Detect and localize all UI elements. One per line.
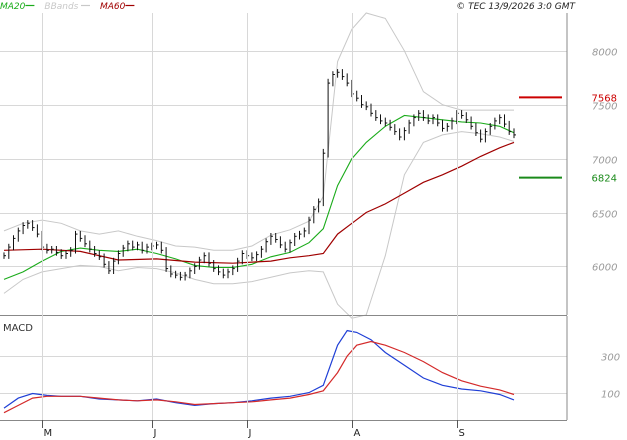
price-tick-label: 7000	[592, 156, 617, 167]
macd-axis-ticks: 100 300	[601, 353, 620, 401]
legend-label: MA60	[100, 2, 126, 12]
macd-tick-label: 300	[601, 353, 620, 364]
macd-title: MACD	[3, 323, 33, 334]
legend-label: MA20	[0, 2, 26, 12]
x-tick-label: A	[354, 428, 361, 439]
price-tick-label: 6500	[592, 210, 617, 221]
level-label: 6824	[592, 174, 617, 185]
x-tick-label: J	[248, 428, 252, 439]
chart-header: MA20 BBands MA60 © TEC 13/9/2026 3:0 GMT	[0, 2, 577, 12]
price-tick-label: 6000	[592, 263, 617, 274]
stock-chart: MA20 BBands MA60 © TEC 13/9/2026 3:0 GMT 75…	[0, 2, 620, 439]
macd-line-signal	[3, 340, 515, 414]
price-tick-label: 7500	[592, 102, 617, 113]
price-plot-area	[0, 13, 567, 315]
macd-lines	[3, 329, 515, 414]
price-axis-ticks: 6000 6500 7000 7500 8000	[592, 48, 617, 274]
x-tick-label: M	[44, 428, 53, 439]
copyright-text: © TEC 13/9/2026 3:0 GMT	[456, 2, 576, 12]
legend-label: BBands	[44, 2, 78, 12]
x-tick-label: S	[459, 428, 465, 439]
x-tick-label: J	[153, 428, 157, 439]
macd-panel: MACD 100 300	[0, 316, 620, 420]
price-panel: 75686824 60006500700075008000	[0, 12, 617, 319]
macd-grid	[0, 356, 567, 394]
macd-tick-label: 100	[601, 390, 620, 401]
price-tick-label: 8000	[592, 48, 617, 59]
